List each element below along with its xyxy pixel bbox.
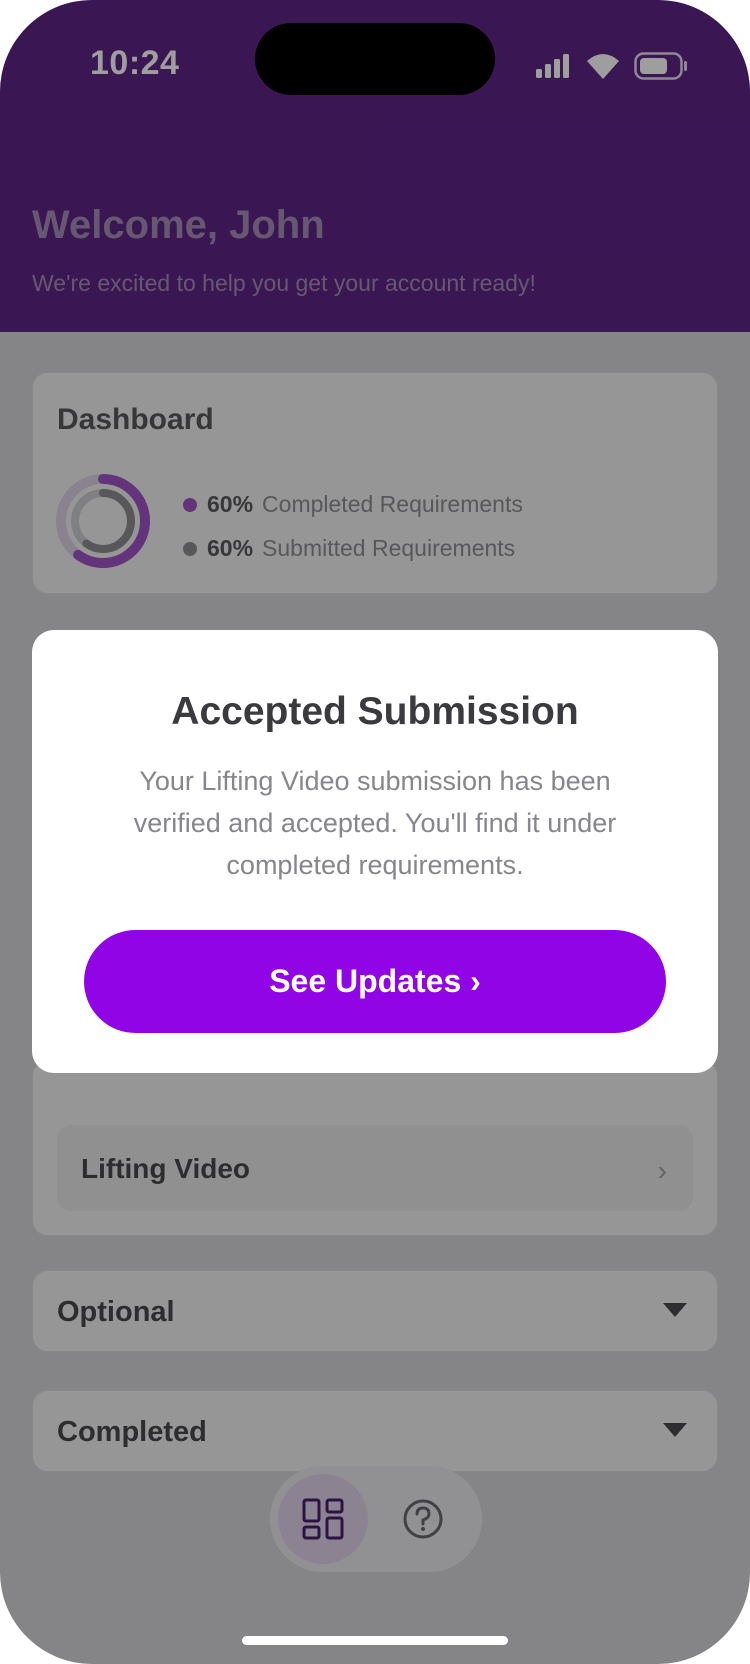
accepted-submission-modal: Accepted Submission Your Lifting Video s…: [32, 630, 718, 1073]
modal-body: Your Lifting Video submission has been v…: [133, 766, 617, 880]
home-indicator[interactable]: [242, 1636, 508, 1645]
see-updates-button[interactable]: See Updates ›: [84, 930, 666, 1033]
phone-screen: 10:24 Welcome, John We're excited to hel…: [0, 0, 750, 1664]
modal-title: Accepted Submission: [171, 690, 579, 733]
